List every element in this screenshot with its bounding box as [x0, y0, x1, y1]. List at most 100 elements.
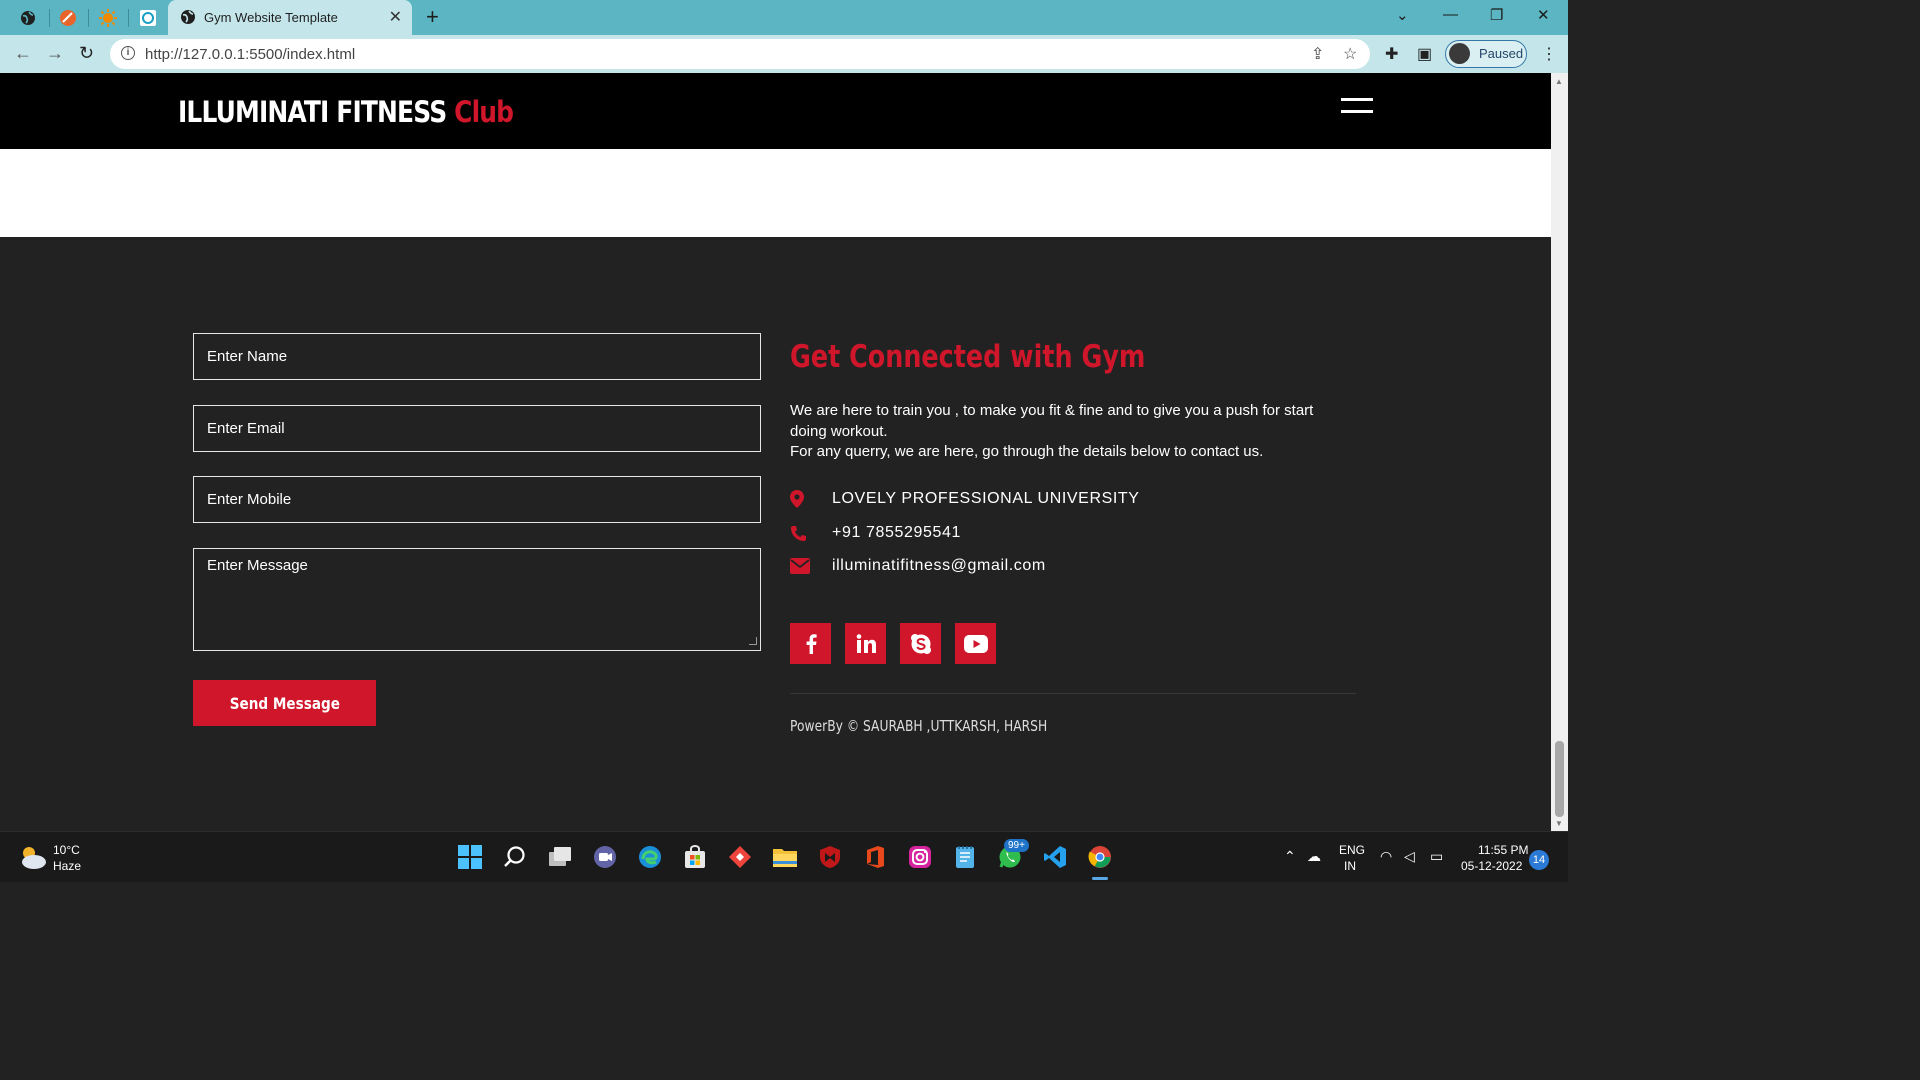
pinned-tab-globe[interactable] — [16, 6, 40, 30]
new-tab-button[interactable]: + — [426, 4, 439, 30]
address-text: LOVELY PROFESSIONAL UNIVERSITY — [832, 490, 1140, 507]
logo-accent-text: Club — [454, 95, 514, 129]
pinned-tab-4[interactable] — [136, 6, 160, 30]
language-code[interactable]: ENG — [1339, 843, 1365, 857]
mcafee-icon[interactable] — [817, 844, 843, 870]
page-viewport: ILLUMINATI FITNESS Club Send Message Get… — [0, 73, 1551, 831]
app-icon — [60, 10, 76, 26]
pinned-tab-2[interactable] — [56, 6, 80, 30]
scroll-down-icon[interactable]: ▼ — [1555, 819, 1563, 828]
clock-date[interactable]: 05-12-2022 — [1461, 859, 1522, 873]
weather-condition: Haze — [53, 859, 82, 873]
footer-divider — [790, 693, 1356, 694]
office-icon[interactable] — [862, 844, 888, 870]
weather-temperature: 10°C — [53, 843, 80, 857]
restore-icon[interactable]: ❐ — [1490, 6, 1503, 24]
description-line-1: We are here to train you , to make you f… — [790, 402, 1314, 440]
tab-gym-website[interactable]: Gym Website Template ✕ — [168, 0, 412, 35]
mobile-input[interactable] — [193, 476, 761, 523]
bookmark-star-icon[interactable]: ☆ — [1343, 44, 1357, 64]
globe-icon — [181, 10, 195, 24]
phone-text[interactable]: +91 7855295541 — [832, 524, 961, 542]
address-bar[interactable]: i http://127.0.0.1:5500/index.html ⇪ ☆ — [110, 39, 1370, 69]
avatar — [1449, 43, 1470, 64]
browser-tab-bar: Gym Website Template ✕ + ⌄ — ❐ ✕ — [0, 0, 1568, 35]
map-pin-icon — [790, 490, 832, 508]
extensions-icon[interactable]: ✚ — [1385, 44, 1398, 64]
white-section — [0, 149, 1551, 237]
whatsapp-badge: 99+ — [1004, 839, 1029, 852]
site-info-icon[interactable]: i — [121, 46, 135, 60]
tab-separator — [49, 9, 50, 27]
language-region[interactable]: IN — [1344, 859, 1356, 873]
envelope-icon — [790, 558, 832, 574]
start-button[interactable] — [457, 844, 483, 870]
message-textarea[interactable] — [193, 548, 761, 651]
youtube-icon[interactable] — [955, 623, 996, 664]
tab-search-icon[interactable]: ⌄ — [1396, 6, 1409, 24]
scroll-up-icon[interactable]: ▲ — [1555, 77, 1563, 86]
logo-main-text: ILLUMINATI FITNESS — [178, 95, 447, 129]
send-message-button[interactable]: Send Message — [193, 680, 376, 726]
tab-separator — [128, 9, 129, 27]
close-tab-icon[interactable]: ✕ — [389, 7, 402, 27]
minimize-icon[interactable]: — — [1443, 6, 1458, 23]
back-icon[interactable]: ← — [14, 43, 32, 64]
email-text[interactable]: illuminatifitness@gmail.com — [832, 557, 1046, 575]
facebook-icon[interactable] — [790, 623, 831, 664]
phone-row: +91 7855295541 — [790, 524, 961, 542]
chrome-icon[interactable] — [1087, 844, 1113, 870]
wifi-icon[interactable]: ◠ — [1380, 848, 1392, 865]
edge-icon[interactable] — [637, 844, 663, 870]
task-view-icon[interactable] — [547, 844, 573, 870]
search-icon[interactable] — [502, 844, 528, 870]
teams-chat-icon[interactable] — [592, 844, 618, 870]
active-app-indicator — [1092, 877, 1108, 880]
weather-widget[interactable] — [18, 844, 48, 875]
contact-heading: Get Connected with Gym — [790, 339, 1146, 375]
pinned-tab-3[interactable] — [96, 6, 120, 30]
skype-icon[interactable] — [900, 623, 941, 664]
close-window-icon[interactable]: ✕ — [1537, 6, 1550, 24]
battery-icon[interactable]: ▭ — [1430, 848, 1443, 865]
clock-time[interactable]: 11:55 PM — [1478, 843, 1528, 857]
profile-button[interactable]: Paused — [1445, 40, 1527, 68]
share-icon[interactable]: ⇪ — [1311, 44, 1324, 64]
reload-icon[interactable]: ↻ — [79, 43, 94, 64]
forward-icon[interactable]: → — [46, 43, 64, 64]
notification-count[interactable]: 14 — [1529, 850, 1549, 870]
url-text[interactable]: http://127.0.0.1:5500/index.html — [145, 46, 355, 63]
windows-logo-icon — [458, 845, 482, 869]
tab-separator — [88, 9, 89, 27]
send-message-label: Send Message — [229, 693, 340, 713]
contact-section: Send Message Get Connected with Gym We a… — [0, 237, 1551, 831]
side-panel-icon[interactable]: ▣ — [1417, 44, 1432, 64]
tab-title: Gym Website Template — [204, 10, 338, 25]
contact-description: We are here to train you , to make you f… — [790, 401, 1350, 463]
hamburger-menu-icon[interactable] — [1341, 98, 1373, 116]
phone-icon — [790, 525, 832, 542]
name-input[interactable] — [193, 333, 761, 380]
page-scrollbar[interactable]: ▲ ▼ — [1551, 73, 1568, 831]
site-logo[interactable]: ILLUMINATI FITNESS Club — [178, 95, 514, 129]
file-explorer-icon[interactable] — [772, 844, 798, 870]
vscode-icon[interactable] — [1042, 844, 1068, 870]
browser-toolbar: ← → ↻ i http://127.0.0.1:5500/index.html… — [0, 35, 1568, 73]
globe-icon — [21, 11, 35, 25]
linkedin-icon[interactable] — [845, 623, 886, 664]
chevron-up-icon[interactable]: ⌃ — [1284, 848, 1296, 865]
site-header: ILLUMINATI FITNESS Club — [0, 73, 1551, 149]
instagram-icon[interactable] — [907, 844, 933, 870]
profile-status: Paused — [1479, 46, 1524, 61]
scroll-thumb[interactable] — [1555, 741, 1564, 817]
textarea-resize-handle[interactable] — [749, 637, 757, 645]
windows-taskbar: 10°C Haze 99+ ⌃ ☁ ENG IN ◠ ◁ ▭ 11:55 PM … — [0, 831, 1568, 882]
onedrive-icon[interactable]: ☁ — [1307, 848, 1321, 865]
notepad-icon[interactable] — [952, 844, 978, 870]
description-line-2: For any querry, we are here, go through … — [790, 443, 1264, 460]
anydesk-icon[interactable] — [727, 844, 753, 870]
email-input[interactable] — [193, 405, 761, 452]
store-icon[interactable] — [682, 844, 708, 870]
menu-kebab-icon[interactable]: ⋮ — [1541, 44, 1557, 64]
volume-icon[interactable]: ◁ — [1404, 848, 1415, 865]
